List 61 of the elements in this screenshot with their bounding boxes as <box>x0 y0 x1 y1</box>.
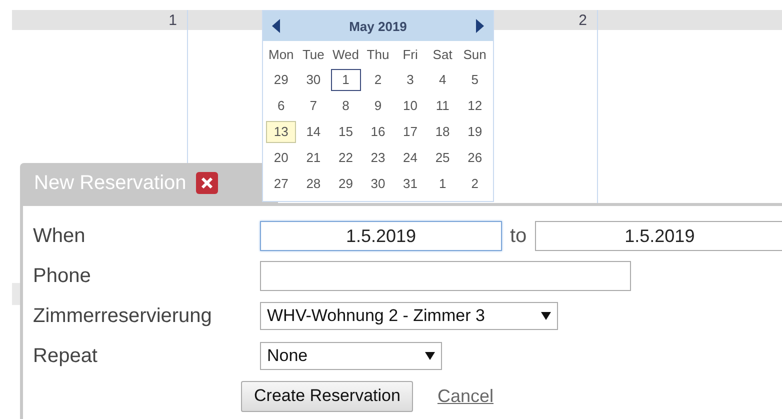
caret-icon <box>425 352 435 360</box>
calendar-day[interactable]: 29 <box>266 69 296 91</box>
calendar-day[interactable]: 12 <box>460 95 490 117</box>
calendar-day[interactable]: 6 <box>266 95 296 117</box>
calendar-day[interactable]: 4 <box>427 69 458 91</box>
calendar-day[interactable]: 15 <box>330 121 361 143</box>
cancel-link[interactable]: Cancel <box>437 386 494 406</box>
calendar-day[interactable]: 8 <box>330 95 361 117</box>
calendar-day[interactable]: 26 <box>460 147 490 169</box>
calendar-day[interactable]: 19 <box>460 121 490 143</box>
phone-field[interactable] <box>260 261 631 291</box>
weekday-label: Thu <box>366 46 390 64</box>
calendar-day[interactable]: 7 <box>298 95 329 117</box>
weekday-label: Tue <box>301 46 326 64</box>
start-date-field[interactable]: 1.5.2019 <box>260 221 502 251</box>
calendar-day[interactable]: 9 <box>362 95 394 117</box>
calendar-day[interactable]: 28 <box>298 173 329 195</box>
next-month-icon[interactable] <box>474 19 485 33</box>
calendar-day[interactable]: 13 <box>266 121 296 143</box>
calendar-day[interactable]: 2 <box>362 69 394 91</box>
calendar-day[interactable]: 23 <box>362 147 394 169</box>
calendar-day[interactable]: 20 <box>266 147 296 169</box>
calendar-day[interactable]: 30 <box>362 173 394 195</box>
calendar-day[interactable]: 11 <box>427 95 458 117</box>
calendar-day[interactable]: 1 <box>330 69 361 91</box>
weekday-label: Wed <box>331 46 360 64</box>
weekday-label: Mon <box>267 46 295 64</box>
close-icon <box>201 177 214 189</box>
weekday-label: Sat <box>432 46 454 64</box>
calendar-column-header: 1 <box>12 10 187 30</box>
close-button[interactable] <box>196 172 218 194</box>
calendar-day[interactable]: 1 <box>427 173 458 195</box>
phone-label: Phone <box>33 264 92 288</box>
room-label: Zimmerreservierung <box>33 304 213 328</box>
weekday-label: Sun <box>462 46 488 64</box>
calendar-day[interactable]: 29 <box>330 173 361 195</box>
calendar-day[interactable]: 30 <box>298 69 329 91</box>
range-separator: to <box>510 224 527 248</box>
calendar-day[interactable]: 2 <box>460 173 490 195</box>
calendar-day[interactable]: 25 <box>427 147 458 169</box>
calendar-day[interactable]: 27 <box>266 173 296 195</box>
when-label: When <box>33 224 86 248</box>
repeat-select[interactable]: None <box>260 342 442 370</box>
calendar-day[interactable]: 24 <box>395 147 426 169</box>
previous-month-icon[interactable] <box>271 19 281 33</box>
calendar-day[interactable]: 31 <box>395 173 426 195</box>
calendar-day[interactable]: 3 <box>395 69 426 91</box>
calendar-day[interactable]: 10 <box>395 95 426 117</box>
calendar-day[interactable]: 17 <box>395 121 426 143</box>
calendar-day[interactable]: 14 <box>298 121 329 143</box>
calendar-day[interactable]: 22 <box>330 147 361 169</box>
create-reservation-button[interactable]: Create Reservation <box>241 380 414 412</box>
caret-icon <box>541 312 551 320</box>
calendar-day[interactable]: 21 <box>298 147 329 169</box>
weekday-label: Fri <box>402 46 419 64</box>
calendar-day[interactable]: 5 <box>460 69 490 91</box>
repeat-label: Repeat <box>33 344 98 368</box>
end-date-field[interactable]: 1.5.2019 <box>534 221 782 251</box>
calendar-day[interactable]: 16 <box>362 121 394 143</box>
room-select[interactable]: WHV-Wohnung 2 - Zimmer 3 <box>260 302 558 330</box>
calendar-day[interactable]: 18 <box>427 121 458 143</box>
